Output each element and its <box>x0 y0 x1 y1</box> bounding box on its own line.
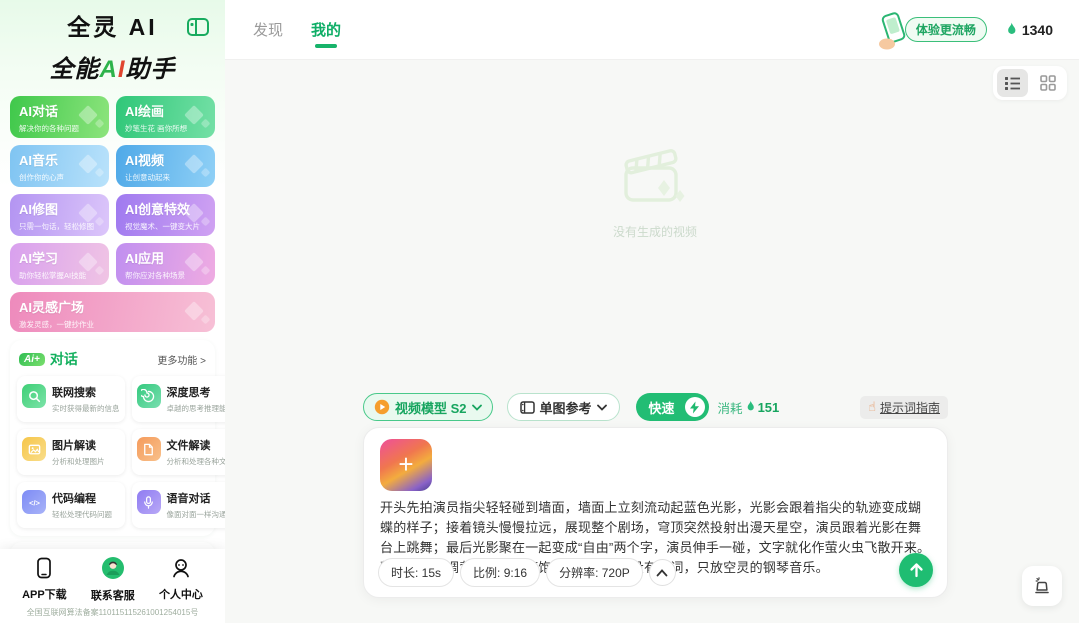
card-ai-music[interactable]: AI音乐 创作你的心声 <box>10 145 109 187</box>
empty-state: 没有生成的视频 <box>570 142 740 240</box>
more-features-link[interactable]: 更多功能 > <box>157 352 206 367</box>
slogan-text: 全能AI助手 <box>49 56 176 83</box>
svg-text:</>: </> <box>29 498 40 507</box>
list-view-button[interactable] <box>997 69 1028 97</box>
list-view-icon <box>1005 76 1020 90</box>
play-icon <box>374 399 390 415</box>
sidebar-header: 全灵 AI <box>0 0 225 50</box>
app-root: 全灵 AI 全能AI助手 AI对话 解决你的各种问题 AI绘画 妙笔生花 画你所想 … <box>0 0 1079 623</box>
duration-chip[interactable]: 时长: 15s <box>378 558 455 587</box>
reference-mode-select[interactable]: 单图参考 <box>506 393 620 421</box>
microphone-icon <box>136 490 161 514</box>
card-ai-learn[interactable]: AI学习 助你轻松掌握AI技能 <box>10 243 109 285</box>
view-toggle <box>993 66 1067 100</box>
generation-toolbar: 视频模型 S2 单图参考 快速 消耗 151 ☝ 提示词指南 <box>363 393 948 421</box>
collapse-settings-button[interactable] <box>648 559 676 586</box>
support-avatar <box>101 557 124 579</box>
card-ai-retouch[interactable]: AI修图 只需一句话，轻松修图 <box>10 194 109 236</box>
card-ai-paint[interactable]: AI绘画 妙笔生花 画你所想 <box>116 96 215 138</box>
main-area: 发现 我的 体验更流畅 1340 没有生成的视频 视频模型 S2 单图参考 快速… <box>225 0 1079 623</box>
flame-icon <box>747 400 754 411</box>
lightning-icon <box>684 397 705 417</box>
prompt-guide-link[interactable]: ☝ 提示词指南 <box>860 395 948 419</box>
video-model-select[interactable]: 视频模型 S2 <box>363 393 493 421</box>
code-icon: </> <box>22 490 46 514</box>
feature-file-read[interactable]: 文件解读分析和处理各种文件 <box>131 429 225 475</box>
feature-image-read[interactable]: 图片解读 分析和处理图片 <box>17 429 125 475</box>
flame-icon <box>1008 22 1016 34</box>
feature-voice-chat[interactable]: 语音对话 像面对面一样沟通 <box>131 482 225 528</box>
phone-icon <box>37 557 52 579</box>
clapperboard-icon <box>624 149 685 202</box>
consume-cost: 消耗 151 <box>717 399 780 416</box>
user-center-button[interactable]: 个人中心 <box>159 557 203 602</box>
icp-footer-text: 全国互联网算法备案110115115261001254015号 <box>26 608 199 617</box>
tab-discover[interactable]: 发现 <box>253 13 283 46</box>
feature-card-grid: AI对话 解决你的各种问题 AI绘画 妙笔生花 画你所想 AI音乐 创作你的心声 AI… <box>10 96 215 332</box>
chevron-up-icon <box>656 568 668 576</box>
booster-banner[interactable]: 体验更流畅 <box>875 9 987 51</box>
chevron-down-icon <box>596 404 607 411</box>
contact-support-button[interactable]: 联系客服 <box>91 556 135 603</box>
resolution-chip[interactable]: 分辨率: 720P <box>546 558 643 587</box>
section-title: 对话 <box>49 351 78 367</box>
sidebar: 全灵 AI 全能AI助手 AI对话 解决你的各种问题 AI绘画 妙笔生花 画你所想 … <box>0 0 225 623</box>
brain-icon <box>136 384 161 408</box>
app-logo: 全灵 AI <box>67 14 158 40</box>
grid-view-button[interactable] <box>1032 69 1063 97</box>
activity-lamp-button[interactable] <box>1022 566 1062 606</box>
empty-state-text: 没有生成的视频 <box>612 225 697 239</box>
plus-icon: + <box>398 449 414 479</box>
feature-deep-think[interactable]: 深度思考卓越的思考推理能力 <box>131 376 225 422</box>
prompt-composer: + 开头先拍演员指尖轻轻碰到墙面，墙面上立刻流动起蓝色光影，光影会跟着指尖的轨迹… <box>363 427 948 598</box>
feature-web-search[interactable]: 联网搜索 实时获得最新的信息 <box>17 376 125 422</box>
document-icon <box>136 437 161 461</box>
booster-badge[interactable]: 体验更流畅 <box>904 17 987 42</box>
frame-icon <box>519 400 535 414</box>
pointing-finger-icon: ☝ <box>868 399 876 414</box>
chevron-down-icon <box>471 404 482 411</box>
section-chat: Ai+ 对话 更多功能 > 联网搜索 实时获得最新的信息 深度思考 卓越的思考推理能… <box>10 340 225 536</box>
top-bar: 发现 我的 体验更流畅 1340 <box>225 0 1079 60</box>
top-tabs: 发现 我的 <box>253 13 341 48</box>
lamp-icon <box>1035 577 1049 594</box>
card-ai-inspiration[interactable]: AI灵感广场 激发灵感，一键抄作业 <box>10 292 215 332</box>
generation-settings: 时长: 15s 比例: 9:16 分辨率: 720P <box>378 558 676 587</box>
card-ai-chat[interactable]: AI对话 解决你的各种问题 <box>10 96 109 138</box>
image-icon <box>22 437 46 461</box>
feature-coding[interactable]: </> 代码编程 轻松处理代码问题 <box>17 482 125 528</box>
submit-button[interactable] <box>899 553 933 587</box>
credits-counter[interactable]: 1340 <box>1005 22 1053 38</box>
grid-view-icon <box>1039 75 1056 91</box>
ai-plus-badge: Ai+ <box>19 352 45 366</box>
active-tab-underline <box>315 44 338 48</box>
person-icon <box>173 559 189 578</box>
sidebar-collapse-icon[interactable] <box>187 18 209 36</box>
arrow-up-icon <box>909 563 923 578</box>
card-ai-effects[interactable]: AI创意特效 视觉魔术、一键变大片 <box>116 194 215 236</box>
search-icon <box>22 384 46 408</box>
app-download-button[interactable]: APP下载 <box>22 557 67 602</box>
sidebar-bottom-bar: APP下载 联系客服 个人中心 全国互联网算法备案110115115261001… <box>0 549 225 623</box>
aspect-ratio-chip[interactable]: 比例: 9:16 <box>460 558 541 587</box>
fast-mode-toggle[interactable]: 快速 <box>635 393 709 421</box>
card-ai-video[interactable]: AI视频 让创意动起来 <box>116 145 215 187</box>
reference-image-tile[interactable]: + <box>380 439 432 491</box>
tab-mine[interactable]: 我的 <box>311 13 341 48</box>
card-ai-apps[interactable]: AI应用 帮你应对各种场景 <box>116 243 215 285</box>
